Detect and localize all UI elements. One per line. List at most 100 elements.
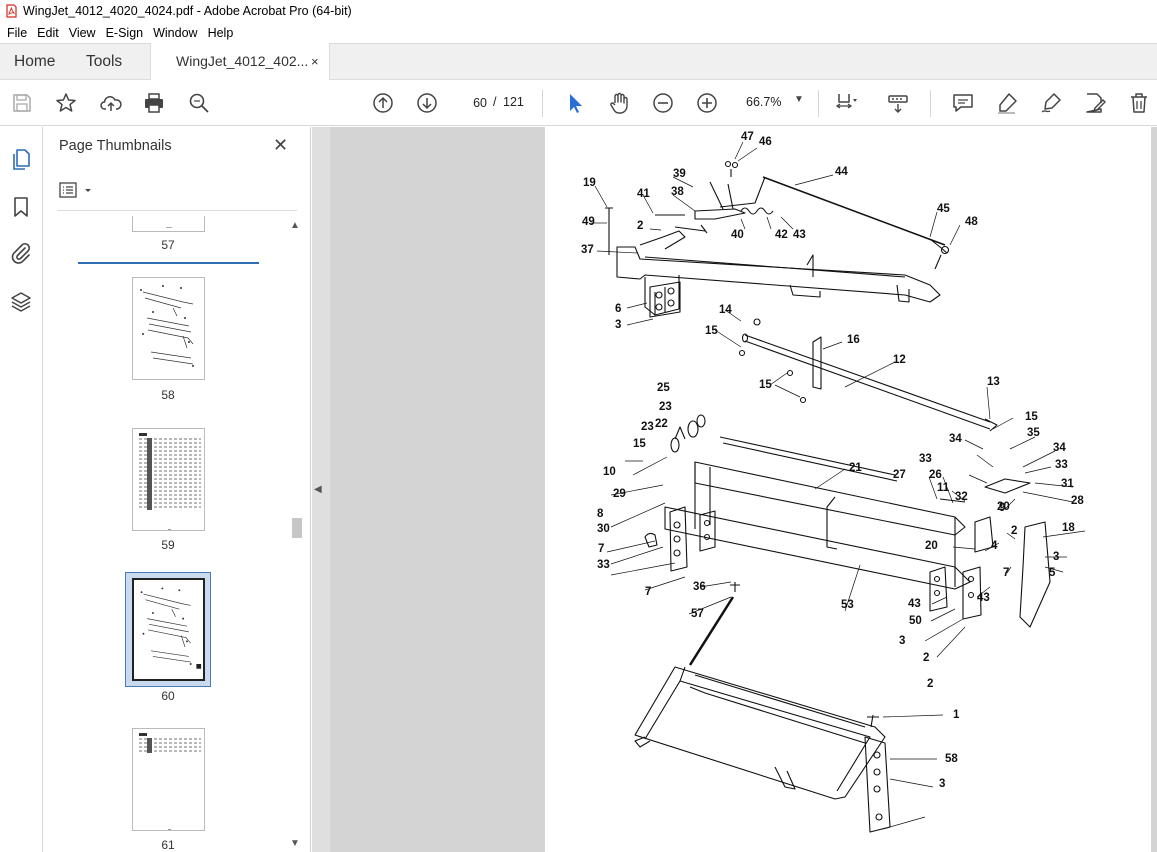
callout-number: 43 <box>977 592 990 604</box>
hand-tool-button[interactable] <box>605 89 633 117</box>
close-icon[interactable]: ✕ <box>273 135 288 156</box>
next-page-button[interactable] <box>413 89 441 117</box>
thumbnail-options-button[interactable] <box>59 181 99 201</box>
collapse-panel-icon[interactable]: ◀ <box>314 484 322 495</box>
callout-number: 39 <box>673 168 686 180</box>
previous-page-button[interactable] <box>369 89 397 117</box>
menu-window[interactable]: Window <box>148 26 202 40</box>
callout-number: 30 <box>597 523 610 535</box>
callout-number: 53 <box>841 599 854 611</box>
page-thumbnails-button[interactable] <box>7 146 35 174</box>
menu-file[interactable]: File <box>2 26 32 40</box>
callout-number: 37 <box>581 244 594 256</box>
page-thumbnail-57[interactable] <box>132 216 205 232</box>
callout-number: 12 <box>893 354 906 366</box>
callout-number: 7 <box>598 543 604 555</box>
scrollbar-thumb[interactable] <box>292 518 302 538</box>
callout-number: 47 <box>741 131 754 143</box>
page-thumbnail-59[interactable] <box>132 428 205 531</box>
zoom-level-select[interactable]: 66.7% ▼ <box>740 91 806 114</box>
page-fit-button[interactable] <box>832 89 860 117</box>
zoom-level-value: 66.7% <box>746 95 782 109</box>
find-button[interactable] <box>185 89 213 117</box>
highlight-button[interactable] <box>993 89 1021 117</box>
layers-button[interactable] <box>7 288 35 316</box>
callout-number: 10 <box>603 466 616 478</box>
callout-number: 3 <box>899 635 905 647</box>
scroll-mode-button[interactable] <box>884 89 912 117</box>
page-thumbnail-61[interactable] <box>132 728 205 831</box>
comment-button[interactable] <box>949 89 977 117</box>
bookmark-star-button[interactable] <box>52 89 80 117</box>
pages-icon <box>13 149 30 170</box>
callout-number: 18 <box>1062 522 1075 534</box>
list-options-icon <box>59 182 91 198</box>
callout-number: 22 <box>655 418 668 430</box>
callout-number: 33 <box>919 453 932 465</box>
callout-number: 48 <box>965 216 978 228</box>
callout-number: 44 <box>835 166 848 178</box>
page-thumbnail-58[interactable] <box>132 277 205 380</box>
toolbar-divider <box>542 90 543 117</box>
pointer-arrow-icon <box>570 94 582 113</box>
toolbar-divider <box>930 90 931 117</box>
thumbnail-diagram <box>140 587 202 669</box>
zoom-in-button[interactable] <box>693 89 721 117</box>
attachments-button[interactable] <box>7 239 35 267</box>
page-total: 121 <box>503 95 524 109</box>
sign-document-icon <box>1086 93 1106 113</box>
callout-number: 41 <box>637 188 650 200</box>
callout-number: 15 <box>759 379 772 391</box>
menu-view[interactable]: View <box>64 26 101 40</box>
callout-number: 45 <box>937 203 950 215</box>
callout-number: 36 <box>693 581 706 593</box>
scroll-down-icon[interactable]: ▼ <box>290 838 300 849</box>
fill-sign-button[interactable] <box>1081 89 1109 117</box>
callout-number: 35 <box>1027 427 1040 439</box>
drop-indicator-line <box>78 262 259 264</box>
callout-number: 58 <box>945 753 958 765</box>
tab-close-icon[interactable]: × <box>311 43 319 80</box>
tab-home[interactable]: Home <box>14 44 55 80</box>
exploded-parts-diagram: 47 464419413938454849 240 42 433763141516121… <box>581 131 1086 833</box>
page-thumbnail-60[interactable] <box>132 578 205 681</box>
upload-cloud-button[interactable] <box>97 89 125 117</box>
callout-number: 2 <box>1011 525 1017 537</box>
draw-button[interactable] <box>1037 89 1065 117</box>
acrobat-pdf-icon <box>6 4 17 18</box>
thumbnail-label: 60 <box>161 689 175 703</box>
save-icon <box>13 94 31 112</box>
page-number-input[interactable] <box>459 91 487 114</box>
layers-icon <box>11 292 31 312</box>
callout-number: 4 <box>991 540 998 552</box>
menu-help[interactable]: Help <box>203 26 239 40</box>
tab-tools[interactable]: Tools <box>86 44 122 80</box>
callout-number: 2 <box>923 652 929 664</box>
cloud-upload-icon <box>100 96 122 111</box>
callout-number: 23 <box>659 401 672 413</box>
print-button[interactable] <box>140 89 168 117</box>
window-title: WingJet_4012_4020_4024.pdf - Adobe Acrob… <box>23 4 352 18</box>
menu-esign[interactable]: E-Sign <box>101 26 149 40</box>
search-icon <box>189 93 209 113</box>
zoom-out-button[interactable] <box>649 89 677 117</box>
delete-button[interactable] <box>1125 89 1153 117</box>
bookmarks-button[interactable] <box>7 193 35 221</box>
arrow-down-circle-icon <box>417 93 437 113</box>
select-tool-button[interactable] <box>561 89 589 117</box>
callout-number: 42 <box>775 229 788 241</box>
fit-page-icon <box>835 94 857 109</box>
save-button[interactable] <box>8 89 36 117</box>
comment-icon <box>953 94 973 112</box>
tab-bar: Home Tools WingJet_4012_402... × <box>0 43 1157 81</box>
callout-number: 27 <box>893 469 906 481</box>
tab-document[interactable]: WingJet_4012_402... × <box>150 43 330 81</box>
menu-edit[interactable]: Edit <box>32 26 64 40</box>
thumbnail-scrollbar[interactable]: ▲ ▼ <box>288 216 302 852</box>
scroll-up-icon[interactable]: ▲ <box>290 220 300 231</box>
callout-number: 3 <box>615 319 621 331</box>
page-separator: / <box>493 95 497 109</box>
pen-nib-icon <box>1041 93 1061 113</box>
callout-number: 29 <box>613 488 626 500</box>
arrow-up-circle-icon <box>373 93 393 113</box>
